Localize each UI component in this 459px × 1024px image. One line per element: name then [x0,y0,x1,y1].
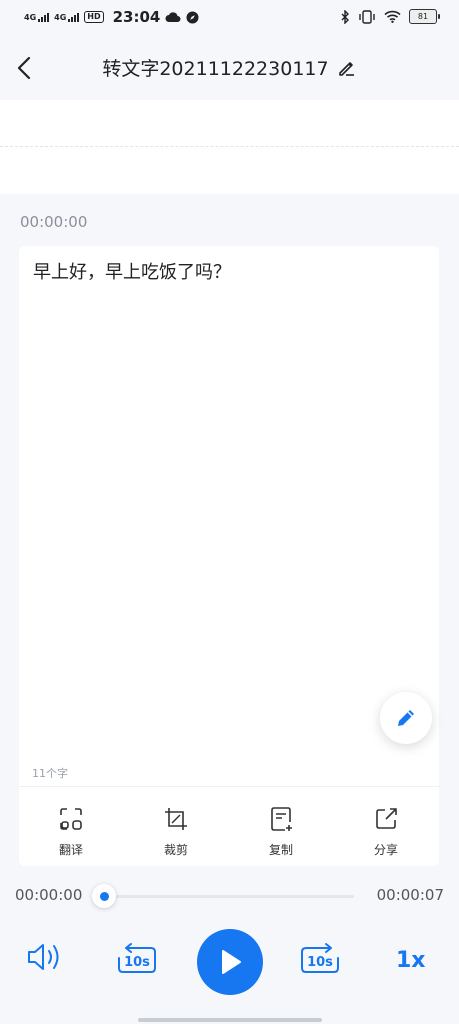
wifi-icon [384,10,401,23]
page-title: 转文字20211122230117 [0,54,459,81]
segment-timestamp: 00:00:00 [20,213,88,231]
translate-icon [60,808,82,830]
progress-handle[interactable] [92,884,116,908]
speaker-icon [28,944,59,970]
signal-bars-icon [68,12,80,22]
status-right: 81 [340,9,440,24]
waveform-baseline [0,146,459,147]
pencil-icon [398,710,414,726]
playback-speed-button[interactable]: 1x [396,948,426,973]
battery-icon: 81 [409,9,440,24]
page-title-text: 转文字20211122230117 [102,58,329,80]
transcript-card [19,246,439,866]
edit-title-icon[interactable] [337,58,357,78]
transcript-text[interactable]: 早上好，早上吃饭了吗？ [33,258,231,284]
card-divider [19,786,439,787]
rewind-10s-button[interactable]: 10s [115,942,159,976]
signal-bars-icon [38,12,50,22]
share-icon [376,808,397,829]
hd-badge: HD [84,11,104,23]
home-indicator[interactable] [138,1018,322,1022]
vibrate-icon [359,9,375,24]
progress-track[interactable] [104,895,354,898]
copy-icon [271,807,292,831]
translate-label: 翻译 [58,843,83,857]
crop-icon [165,808,187,830]
crop-button[interactable]: 裁剪 [136,803,216,858]
total-time: 00:00:07 [376,886,444,904]
status-time: 23:04 [112,8,161,26]
share-label: 分享 [373,843,398,857]
forward-label: 10s [307,954,333,970]
current-time: 00:00:00 [15,886,83,904]
crop-label: 裁剪 [163,843,188,857]
forward-10s-button[interactable]: 10s [298,942,342,976]
translate-button[interactable]: 翻译 [31,803,111,858]
rewind-label: 10s [124,954,150,970]
play-button[interactable] [197,929,263,995]
play-icon [222,950,241,974]
bluetooth-icon [341,9,349,24]
share-button[interactable]: 分享 [346,803,426,858]
signal-1: 4G [24,12,50,22]
network-type-1: 4G [24,12,37,22]
compass-icon [186,11,199,23]
char-count: 11个字 [32,767,68,780]
waveform-area [0,100,459,194]
battery-level: 81 [417,12,429,21]
cloud-icon [165,12,181,22]
status-left: 4G 4G HD 23:04 [24,8,199,26]
signal-2: 4G [54,12,80,22]
volume-button[interactable] [26,940,64,974]
copy-button[interactable]: 复制 [241,803,321,858]
copy-label: 复制 [268,843,293,857]
network-type-2: 4G [54,12,67,22]
edit-button[interactable] [380,692,432,744]
